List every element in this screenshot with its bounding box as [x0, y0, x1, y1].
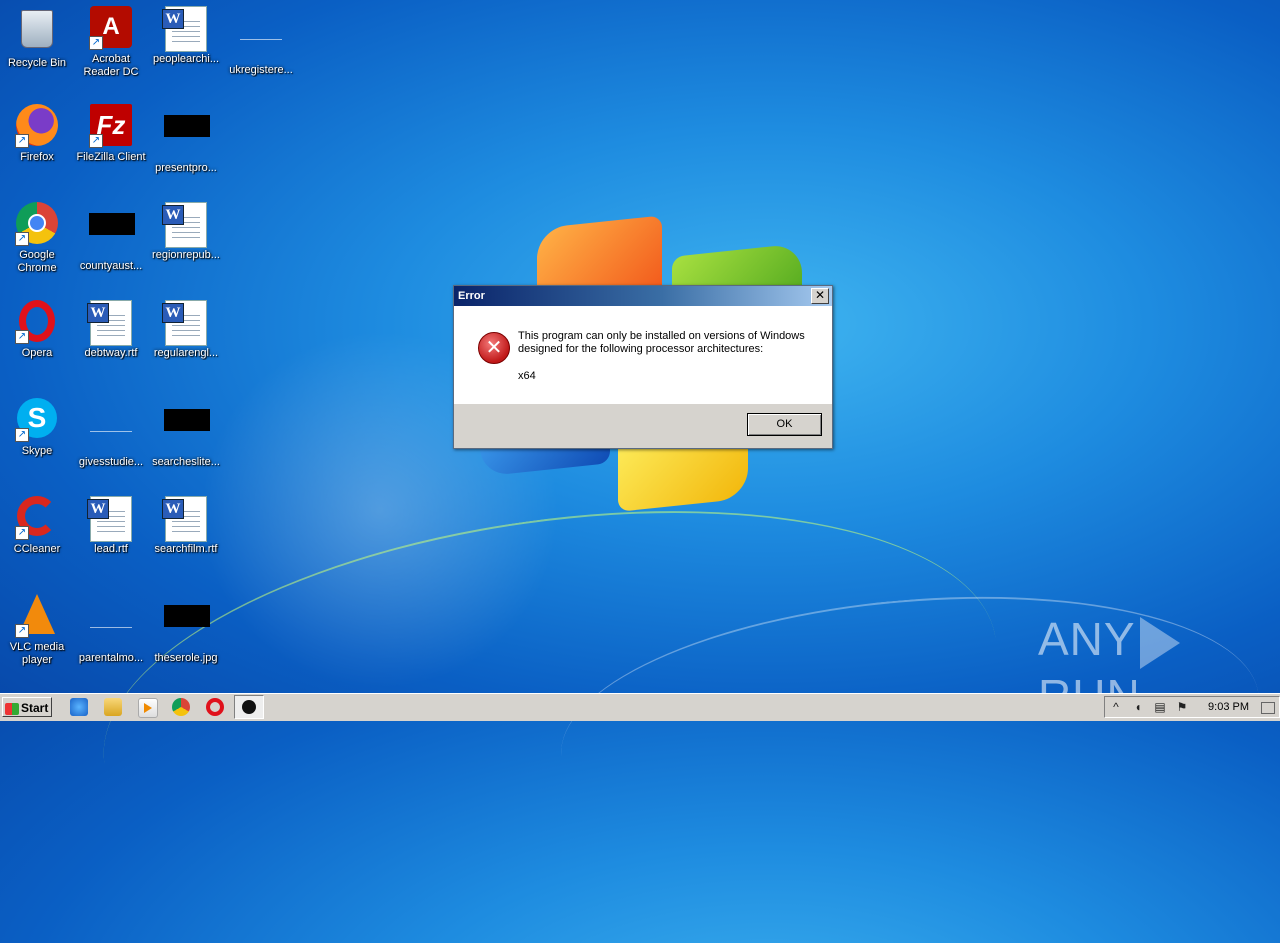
desktop-icon-file[interactable]: W peoplearchi... [149, 6, 223, 66]
redacted-thumbnail-icon [164, 409, 210, 453]
desktop-icon-file[interactable]: W regionrepub... [149, 202, 223, 262]
ccleaner-icon: ↗ [15, 496, 59, 540]
desktop-icon-file[interactable]: W searchfilm.rtf [149, 496, 223, 556]
blank-file-icon [89, 409, 133, 453]
show-desktop-icon[interactable] [1261, 702, 1275, 714]
word-document-icon: W [87, 496, 133, 542]
opera-icon: ↗ [15, 300, 59, 344]
desktop-icon-file[interactable]: searcheslite... [149, 398, 223, 469]
redacted-thumbnail-icon [164, 115, 210, 159]
clock[interactable]: 9:03 PM [1208, 701, 1249, 713]
desktop-icon-file[interactable]: theserole.jpg [149, 594, 223, 665]
word-document-icon: W [162, 496, 208, 542]
desktop-icon-firefox[interactable]: ↗ Firefox [0, 104, 74, 164]
dialog-title: Error [458, 290, 485, 302]
word-document-icon: W [162, 300, 208, 346]
skype-icon: S ↗ [15, 398, 59, 442]
filezilla-icon: Fz ↗ [89, 104, 133, 148]
opera-taskbar-icon[interactable] [206, 698, 224, 716]
ok-button[interactable]: OK [747, 413, 822, 436]
firefox-icon: ↗ [15, 104, 59, 148]
desktop-icon-file[interactable]: parentalmo... [74, 594, 148, 665]
chevron-up-icon[interactable]: ^ [1109, 700, 1123, 714]
start-button[interactable]: Start [2, 697, 52, 717]
active-app-button[interactable] [234, 695, 264, 719]
recycle-bin-icon [15, 10, 59, 54]
action-center-flag-icon[interactable]: ⚑ [1175, 700, 1189, 714]
dialog-titlebar[interactable]: Error ✕ [454, 286, 832, 306]
vlc-icon: ↗ [15, 594, 59, 638]
desktop-icon-ccleaner[interactable]: ↗ CCleaner [0, 496, 74, 556]
taskbar: Start ^ ◖ ▤ ⚑ 9:03 PM [0, 693, 1280, 721]
desktop-icon-file[interactable]: W regularengl... [149, 300, 223, 360]
redacted-thumbnail-icon [164, 605, 210, 649]
play-icon [1139, 616, 1180, 669]
windows-flag-icon [5, 702, 19, 715]
desktop-icon-google-chrome[interactable]: ↗ Google Chrome [0, 202, 74, 275]
desktop-icon-filezilla[interactable]: Fz ↗ FileZilla Client [74, 104, 148, 164]
volume-icon[interactable]: ◖ [1131, 700, 1145, 714]
file-explorer-icon[interactable] [104, 698, 122, 716]
desktop-icon-file[interactable]: presentpro... [149, 104, 223, 175]
word-document-icon: W [162, 202, 208, 248]
error-dialog: Error ✕ ✕ This program can only be insta… [453, 285, 833, 449]
error-icon: ✕ [478, 332, 510, 364]
desktop-icon-skype[interactable]: S ↗ Skype [0, 398, 74, 458]
network-icon[interactable]: ▤ [1153, 700, 1167, 714]
acrobat-icon: A ↗ [89, 6, 133, 50]
desktop-icon-file[interactable]: W lead.rtf [74, 496, 148, 556]
system-tray: ^ ◖ ▤ ⚑ 9:03 PM [1104, 696, 1280, 718]
desktop-icon-file[interactable]: countyaust... [74, 202, 148, 273]
dialog-body: ✕ This program can only be installed on … [454, 306, 832, 404]
word-document-icon: W [87, 300, 133, 346]
architecture-text: x64 [518, 370, 536, 382]
chrome-icon: ↗ [15, 202, 59, 246]
word-document-icon: W [162, 6, 208, 52]
desktop-icon-vlc[interactable]: ↗ VLC media player [0, 594, 74, 667]
redacted-thumbnail-icon [89, 213, 135, 257]
desktop-icon-file[interactable]: W debtway.rtf [74, 300, 148, 360]
internet-explorer-icon[interactable] [70, 698, 88, 716]
desktop-icon-recycle-bin[interactable]: Recycle Bin [0, 6, 74, 70]
app-icon [242, 700, 256, 714]
desktop-icon-opera[interactable]: ↗ Opera [0, 300, 74, 360]
chrome-taskbar-icon[interactable] [172, 698, 190, 716]
blank-file-icon [89, 605, 133, 649]
desktop-icon-file[interactable]: givesstudie... [74, 398, 148, 469]
desktop-icon-file[interactable]: ukregistere... [224, 6, 298, 77]
blank-file-icon [239, 17, 283, 61]
close-button[interactable]: ✕ [811, 288, 829, 304]
media-player-icon[interactable] [138, 698, 158, 718]
error-message: This program can only be installed on ve… [518, 330, 805, 355]
desktop-icon-acrobat-reader[interactable]: A ↗ Acrobat Reader DC [74, 6, 148, 79]
